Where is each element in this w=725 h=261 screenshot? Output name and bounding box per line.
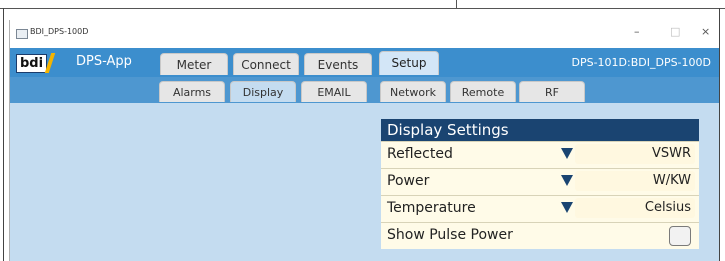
- subtab-network[interactable]: Network: [380, 81, 446, 102]
- app-name: DPS-App: [76, 54, 132, 69]
- app-header: bdi DPS-App Meter Connect Events Setup D…: [10, 48, 719, 77]
- setting-row-reflected: Reflected VSWR: [381, 141, 699, 168]
- dropdown-arrow-icon[interactable]: [561, 202, 573, 213]
- display-settings-panel: Display Settings Reflected VSWR Power W/…: [381, 119, 699, 249]
- title-bar: BDI_DPS-100D – □ ×: [10, 20, 719, 48]
- document-left-border: [3, 8, 4, 261]
- panel-title: Display Settings: [381, 119, 699, 141]
- temperature-label: Temperature: [387, 200, 476, 216]
- document-column-divider: [456, 0, 457, 9]
- tab-events[interactable]: Events: [304, 53, 372, 75]
- tab-connect[interactable]: Connect: [233, 53, 299, 75]
- tab-setup[interactable]: Setup: [379, 51, 439, 75]
- maximize-button[interactable]: □: [670, 25, 680, 38]
- temperature-select[interactable]: Celsius: [575, 198, 695, 218]
- bdi-logo: bdi: [16, 53, 56, 73]
- subtab-alarms[interactable]: Alarms: [159, 81, 225, 102]
- dropdown-arrow-icon[interactable]: [561, 148, 573, 159]
- subtab-rf[interactable]: RF: [519, 81, 585, 102]
- pulse-power-label: Show Pulse Power: [387, 227, 513, 243]
- setting-row-power: Power W/KW: [381, 168, 699, 195]
- reflected-select[interactable]: VSWR: [575, 144, 695, 164]
- app-icon: [16, 29, 28, 39]
- minimize-button[interactable]: –: [634, 25, 640, 38]
- device-label: DPS-101D:BDI_DPS-100D: [571, 56, 711, 69]
- tab-meter[interactable]: Meter: [160, 53, 228, 75]
- logo-slash: [44, 53, 56, 73]
- sub-tab-bar: Alarms Display EMAIL Network Remote RF: [10, 77, 719, 103]
- document-right-border: [719, 8, 720, 261]
- reflected-label: Reflected: [387, 146, 453, 162]
- subtab-remote[interactable]: Remote: [450, 81, 516, 102]
- document-top-border: [0, 0, 725, 10]
- subtab-email[interactable]: EMAIL: [301, 81, 367, 102]
- power-select[interactable]: W/KW: [575, 171, 695, 191]
- close-button[interactable]: ×: [701, 25, 710, 38]
- setting-row-temperature: Temperature Celsius: [381, 195, 699, 222]
- logo-text: bdi: [20, 56, 44, 71]
- subtab-display[interactable]: Display: [230, 81, 296, 102]
- window-title: BDI_DPS-100D: [30, 27, 89, 36]
- power-label: Power: [387, 173, 430, 189]
- dropdown-arrow-icon[interactable]: [561, 175, 573, 186]
- document-top-line: [0, 8, 725, 9]
- pulse-power-checkbox[interactable]: [669, 226, 691, 246]
- app-window: BDI_DPS-100D – □ × bdi DPS-App Meter Con…: [9, 20, 719, 261]
- setting-row-pulse-power: Show Pulse Power: [381, 222, 699, 249]
